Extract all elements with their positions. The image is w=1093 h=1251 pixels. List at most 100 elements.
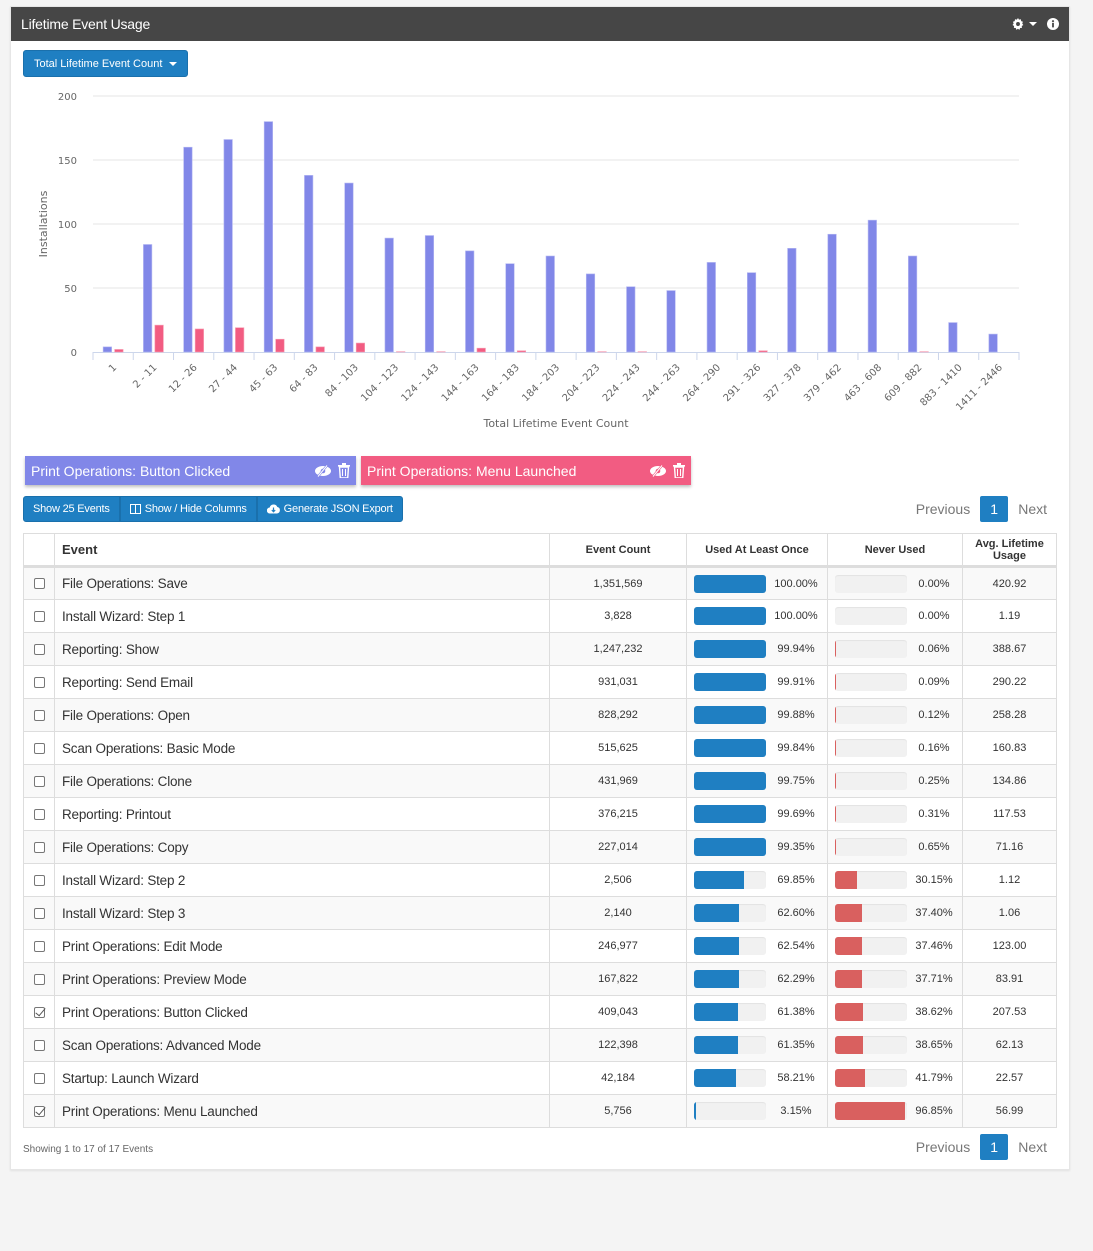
never-progress-bar [835, 1036, 907, 1054]
row-checkbox[interactable] [33, 676, 45, 688]
row-checkbox[interactable] [33, 578, 45, 590]
never-progress-bar [835, 838, 907, 856]
row-checkbox[interactable] [33, 742, 45, 754]
x-tick-label: 12 - 26 [167, 362, 200, 395]
eye-slash-icon[interactable] [314, 464, 332, 477]
never-progress-bar [835, 1003, 907, 1021]
generate-json-export-button[interactable]: Generate JSON Export [256, 496, 403, 522]
avg-lifetime-usage: 420.92 [962, 566, 1057, 600]
never-used-cell: 0.06% [827, 632, 963, 666]
never-progress-bar [835, 805, 907, 823]
row-checkbox[interactable] [33, 1105, 45, 1117]
row-select-cell [23, 698, 55, 732]
legend-item-menu-launched[interactable]: Print Operations: Menu Launched [361, 456, 691, 485]
table-row[interactable]: File Operations: Open 828,292 99.88% 0.12% 2… [23, 698, 1057, 732]
never-percent: 0.12% [918, 709, 950, 721]
gear-icon[interactable] [1012, 18, 1037, 30]
previous-page-link[interactable]: Previous [906, 501, 980, 517]
table-row[interactable]: Install Wizard: Step 1 3,828 100.00% 0.00% 1… [23, 599, 1057, 633]
row-checkbox[interactable] [33, 1006, 45, 1018]
used-percent: 62.54% [777, 940, 815, 952]
used-progress-fill [694, 640, 766, 658]
trash-icon[interactable] [338, 463, 350, 478]
event-count: 227,014 [549, 830, 687, 864]
info-icon[interactable] [1047, 18, 1059, 30]
never-used-cell: 96.85% [827, 1094, 963, 1128]
column-header-used-at-least-once[interactable]: Used At Least Once [686, 533, 828, 568]
row-checkbox[interactable] [33, 940, 45, 952]
row-checkbox[interactable] [33, 874, 45, 886]
row-checkbox[interactable] [33, 1039, 45, 1051]
column-header-never-used[interactable]: Never Used [827, 533, 963, 568]
avg-lifetime-usage: 71.16 [962, 830, 1057, 864]
row-checkbox[interactable] [33, 775, 45, 787]
table-row[interactable]: Install Wizard: Step 3 2,140 62.60% 37.40% 1… [23, 896, 1057, 930]
trash-icon[interactable] [673, 463, 685, 478]
row-checkbox[interactable] [33, 808, 45, 820]
used-percent: 62.29% [777, 973, 815, 985]
table-row[interactable]: File Operations: Copy 227,014 99.35% 0.65% 7… [23, 830, 1057, 864]
row-select-cell [23, 599, 55, 633]
used-progress-fill [694, 673, 766, 691]
table-row[interactable]: Scan Operations: Basic Mode 515,625 99.84%… [23, 731, 1057, 765]
event-count: 5,756 [549, 1094, 687, 1128]
table-row[interactable]: Reporting: Show 1,247,232 99.94% 0.06% 388.6… [23, 632, 1057, 666]
metric-dropdown-button[interactable]: Total Lifetime Event Count [23, 50, 189, 77]
event-name: File Operations: Save [54, 566, 550, 600]
table-row[interactable]: Startup: Launch Wizard 42,184 58.21% 41.79%… [23, 1061, 1057, 1095]
used-progress-bar [694, 574, 766, 593]
never-percent: 38.62% [915, 1006, 953, 1018]
bar-button-clicked [143, 244, 153, 353]
show-events-button[interactable]: Show 25 Events [23, 496, 120, 522]
row-checkbox[interactable] [33, 1072, 45, 1084]
row-checkbox[interactable] [33, 610, 45, 622]
used-progress-bar [694, 640, 766, 658]
table-row[interactable]: Print Operations: Preview Mode 167,822 62.… [23, 962, 1057, 996]
table-row[interactable]: Scan Operations: Advanced Mode 122,398 61.… [23, 1028, 1057, 1062]
row-checkbox[interactable] [33, 709, 45, 721]
row-checkbox[interactable] [33, 643, 45, 655]
legend-item-button-clicked[interactable]: Print Operations: Button Clicked [25, 456, 356, 485]
current-page-button[interactable]: 1 [980, 1134, 1009, 1160]
bar-button-clicked [626, 286, 636, 353]
avg-lifetime-usage: 160.83 [962, 731, 1057, 765]
never-used-cell: 0.00% [827, 566, 963, 600]
event-count: 409,043 [549, 995, 687, 1029]
used-progress-bar [694, 1102, 766, 1120]
x-axis-title: Total Lifetime Event Count [482, 417, 629, 430]
table-row[interactable]: Print Operations: Menu Launched 5,756 3.15… [23, 1094, 1057, 1128]
table-row[interactable]: Print Operations: Button Clicked 409,043 6… [23, 995, 1057, 1029]
show-hide-columns-button[interactable]: Show / Hide Columns [119, 496, 257, 522]
table-row[interactable]: Reporting: Printout 376,215 99.69% 0.31% 117… [23, 797, 1057, 831]
next-page-link[interactable]: Next [1008, 1139, 1057, 1155]
table-row[interactable]: Reporting: Send Email 931,031 99.91% 0.09% 2… [23, 665, 1057, 699]
used-at-least-once-cell: 99.69% [686, 797, 828, 831]
avg-lifetime-usage: 123.00 [962, 929, 1057, 963]
used-at-least-once-cell: 62.29% [686, 962, 828, 996]
eye-slash-icon[interactable] [649, 464, 667, 477]
table-row[interactable]: File Operations: Clone 431,969 99.75% 0.25%… [23, 764, 1057, 798]
event-count: 122,398 [549, 1028, 687, 1062]
bar-button-clicked [867, 219, 877, 353]
row-select-cell [23, 665, 55, 699]
previous-page-link[interactable]: Previous [906, 1139, 980, 1155]
never-used-cell: 37.40% [827, 896, 963, 930]
bar-menu-launched [114, 349, 124, 353]
next-page-link[interactable]: Next [1008, 501, 1057, 517]
bar-button-clicked [344, 182, 354, 353]
column-header-avg-lifetime-usage[interactable]: Avg. Lifetime Usage [962, 533, 1057, 568]
current-page-button[interactable]: 1 [980, 496, 1009, 522]
row-checkbox[interactable] [33, 973, 45, 985]
never-progress-bar [835, 1069, 907, 1087]
columns-icon [129, 504, 141, 514]
table-row[interactable]: File Operations: Save 1,351,569 100.00% 0.0… [23, 566, 1057, 600]
column-header-event-count[interactable]: Event Count [549, 533, 687, 568]
never-progress-bar [835, 871, 907, 889]
table-row[interactable]: Install Wizard: Step 2 2,506 69.85% 30.15% 1… [23, 863, 1057, 897]
table-row[interactable]: Print Operations: Edit Mode 246,977 62.54%… [23, 929, 1057, 963]
bar-menu-launched [758, 350, 768, 353]
row-checkbox[interactable] [33, 907, 45, 919]
row-checkbox[interactable] [33, 841, 45, 853]
column-header-event[interactable]: Event [54, 533, 550, 568]
event-name: Scan Operations: Basic Mode [54, 731, 550, 765]
